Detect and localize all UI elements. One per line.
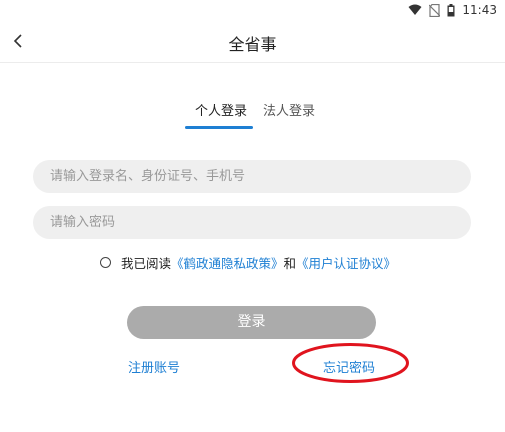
register-link[interactable]: 注册账号	[128, 357, 180, 376]
status-bar: 11:43	[0, 0, 505, 22]
active-tab-indicator	[185, 126, 253, 129]
wifi-icon	[408, 4, 422, 16]
user-agreement-link[interactable]: 《用户认证协议》	[296, 253, 396, 272]
battery-icon	[447, 3, 455, 17]
agreement-prefix: 我已阅读	[121, 255, 172, 271]
status-icons: 11:43	[408, 3, 497, 17]
no-sim-icon	[429, 3, 441, 17]
account-field-container	[33, 160, 471, 193]
login-button[interactable]: 登录	[127, 306, 376, 339]
agreement-radio[interactable]	[100, 256, 111, 268]
tab-legal-login[interactable]: 法人登录	[263, 100, 315, 119]
agreement-conjunction: 和	[283, 255, 297, 271]
status-time: 11:43	[462, 3, 497, 17]
tab-personal-login[interactable]: 个人登录	[195, 100, 247, 119]
privacy-policy-link[interactable]: 《鹤政通隐私政策》	[171, 253, 284, 272]
agreement-row: 我已阅读 《鹤政通隐私政策》 和 《用户认证协议》	[100, 253, 396, 271]
password-input[interactable]	[33, 206, 450, 239]
app-bar: 全省事	[0, 22, 505, 63]
page-title: 全省事	[228, 35, 277, 54]
account-input[interactable]	[33, 160, 450, 193]
password-field-container	[33, 206, 471, 239]
annotation-ellipse	[292, 343, 409, 383]
login-tabs: 个人登录 法人登录	[0, 100, 505, 132]
